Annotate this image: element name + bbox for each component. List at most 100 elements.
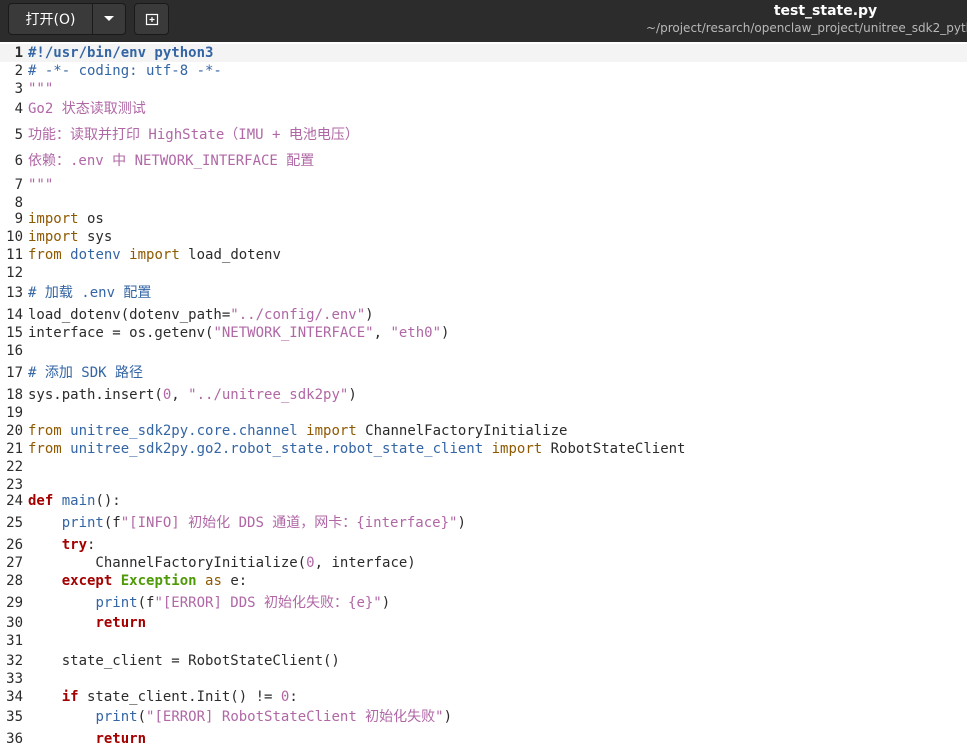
code-token: return [95, 731, 147, 747]
code-text: state_client = RobotStateClient() [28, 652, 340, 670]
code-line[interactable]: 21 from unitree_sdk2py.go2.robot_state.ro… [0, 440, 967, 458]
code-line[interactable]: 3 """ [0, 80, 967, 98]
code-line[interactable]: 9 import os [0, 210, 967, 228]
code-token: ChannelFactoryInitialize [356, 423, 568, 439]
code-text: print("[ERROR] RobotStateClient 初始化失败") [28, 708, 452, 726]
code-line[interactable]: 7 """ [0, 176, 967, 194]
code-token: unitree_sdk2py.go2.robot_state.robot_sta… [70, 441, 484, 457]
code-token: if [61, 689, 79, 705]
code-line[interactable]: 10 import sys [0, 228, 967, 246]
code-token: main [61, 493, 96, 509]
code-token: # -*- coding: utf-8 -*- [28, 63, 222, 79]
code-text: return [28, 614, 146, 632]
code-token: as [205, 573, 222, 589]
code-line[interactable]: 31 [0, 632, 967, 650]
code-token: import [28, 211, 79, 227]
code-text: # 加载 .env 配置 [28, 284, 151, 302]
line-number: 17 [6, 365, 23, 381]
code-line[interactable]: 11 from dotenv import load_dotenv [0, 246, 967, 264]
code-token: unitree_sdk2py.core.channel [70, 423, 298, 439]
code-line[interactable]: 27 ChannelFactoryInitialize(0, interface… [0, 554, 967, 572]
code-line[interactable]: 5 功能：读取并打印 HighState（IMU + 电池电压） [0, 126, 967, 144]
code-token: state_client.Init() != [78, 689, 281, 705]
code-token: , [171, 387, 189, 403]
line-number: 6 [14, 153, 23, 169]
code-token: """ [28, 81, 54, 97]
open-menu-button[interactable] [93, 4, 125, 34]
code-text: print(f"[INFO] 初始化 DDS 通道，网卡：{interface}… [28, 514, 466, 532]
code-token: (): [95, 493, 121, 509]
code-line[interactable]: 19 [0, 404, 967, 422]
line-number: 31 [6, 633, 23, 649]
line-number: 1 [14, 45, 23, 61]
code-text: import os [28, 210, 104, 228]
line-number: 10 [6, 229, 23, 245]
code-token: "eth0" [390, 325, 442, 341]
line-number: 22 [6, 459, 23, 475]
chevron-down-icon [104, 16, 114, 21]
code-line[interactable]: 33 [0, 670, 967, 688]
line-number: 14 [6, 307, 23, 323]
code-line[interactable]: 35 print("[ERROR] RobotStateClient 初始化失败… [0, 708, 967, 726]
line-number: 27 [6, 555, 23, 571]
code-token: print [61, 515, 104, 531]
code-token: # 加载 .env 配置 [28, 285, 152, 301]
code-editor[interactable]: 1 #!/usr/bin/env python3 2 # -*- coding: ut… [0, 42, 967, 752]
code-text: ChannelFactoryInitialize(0, interface) [28, 554, 415, 572]
code-line[interactable]: 18 sys.path.insert(0, "../unitree_sdk2py"… [0, 386, 967, 404]
line-number: 3 [14, 81, 23, 97]
code-line[interactable]: 13 # 加载 .env 配置 [0, 284, 967, 302]
line-number: 15 [6, 325, 23, 341]
line-number: 12 [6, 265, 23, 281]
code-line[interactable]: 32 state_client = RobotStateClient() [0, 652, 967, 670]
code-line[interactable]: 2 # -*- coding: utf-8 -*- [0, 62, 967, 80]
code-line[interactable]: 30 return [0, 614, 967, 632]
code-line[interactable]: 1 #!/usr/bin/env python3 [0, 44, 967, 62]
code-token: RobotStateClient [542, 441, 686, 457]
code-token: import [491, 441, 543, 457]
open-button[interactable]: 打开(O) [9, 4, 93, 34]
code-line[interactable]: 17 # 添加 SDK 路径 [0, 364, 967, 382]
code-token: dotenv [70, 247, 121, 263]
code-token: return [95, 615, 147, 631]
code-text: """ [28, 80, 53, 98]
code-line[interactable]: 24 def main(): [0, 492, 967, 510]
code-text: return [28, 730, 146, 748]
code-line[interactable]: 15 interface = os.getenv("NETWORK_INTERFA… [0, 324, 967, 342]
code-line[interactable]: 12 [0, 264, 967, 282]
code-token: def [28, 493, 54, 509]
code-text: load_dotenv(dotenv_path="../config/.env"… [28, 306, 374, 324]
code-line[interactable]: 4 Go2 状态读取测试 [0, 100, 967, 118]
line-number: 35 [6, 709, 23, 725]
code-token: try [61, 537, 88, 553]
code-token: import [129, 247, 180, 263]
code-line[interactable]: 34 if state_client.Init() != 0: [0, 688, 967, 706]
code-token: "../unitree_sdk2py" [188, 387, 349, 403]
code-line[interactable]: 25 print(f"[INFO] 初始化 DDS 通道，网卡：{interfa… [0, 514, 967, 532]
code-token: # 添加 SDK 路径 [28, 365, 144, 381]
code-line[interactable]: 29 print(f"[ERROR] DDS 初始化失败：{e}") [0, 594, 967, 612]
code-line[interactable]: 22 [0, 458, 967, 476]
code-token: ) [381, 595, 391, 611]
code-line[interactable]: 16 [0, 342, 967, 360]
document-title: test_state.py [773, 3, 878, 19]
code-line[interactable]: 36 return [0, 730, 967, 748]
code-line[interactable]: 26 try: [0, 536, 967, 554]
new-document-button[interactable] [134, 3, 169, 35]
line-number: 5 [14, 127, 23, 143]
code-line[interactable]: 6 依赖：.env 中 NETWORK_INTERFACE 配置 [0, 152, 967, 170]
code-line[interactable]: 20 from unitree_sdk2py.core.channel impor… [0, 422, 967, 440]
code-line[interactable]: 28 except Exception as e: [0, 572, 967, 590]
code-token: interface = os.getenv( [28, 325, 214, 341]
code-line[interactable]: 14 load_dotenv(dotenv_path="../config/.en… [0, 306, 967, 324]
code-token: sys.path.insert( [28, 387, 163, 403]
code-text: from dotenv import load_dotenv [28, 246, 281, 264]
